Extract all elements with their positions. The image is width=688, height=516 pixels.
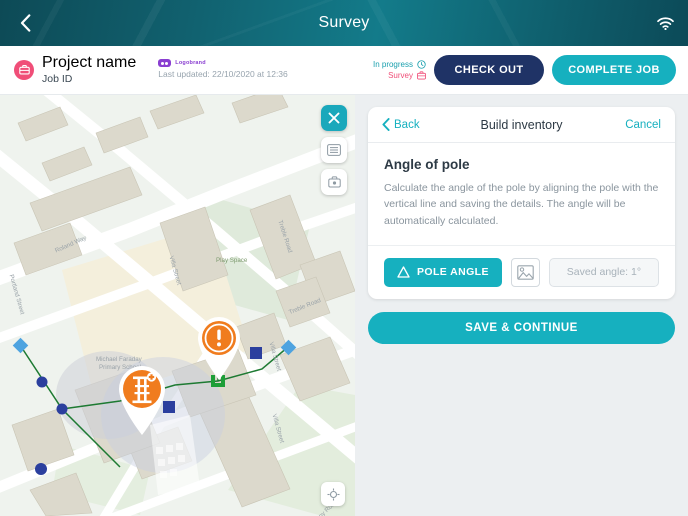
section-title: Angle of pole: [384, 157, 470, 172]
close-map-button[interactable]: [321, 105, 347, 131]
top-navigation-bar: Survey: [0, 0, 688, 46]
photo-capture-button[interactable]: [510, 257, 540, 287]
pole-angle-button[interactable]: POLE ANGLE: [384, 257, 502, 287]
card-header: Back Build inventory Cancel: [368, 107, 675, 143]
wifi-status-icon-button[interactable]: [657, 0, 674, 46]
panel-cancel-button[interactable]: Cancel: [625, 119, 661, 131]
status-type-row: Survey: [373, 70, 426, 81]
check-out-button[interactable]: CHECK OUT: [434, 55, 544, 85]
page-title: Survey: [318, 14, 370, 31]
card-body: Angle of pole Calculate the angle of the…: [368, 143, 675, 245]
status-progress-label: In progress: [372, 59, 413, 69]
pole-tower-icon: [119, 366, 165, 435]
card-footer-actions: POLE ANGLE Saved angle: 1°: [368, 244, 675, 299]
briefcase-icon: [18, 65, 30, 75]
triangle-angle-icon: [397, 266, 410, 278]
status-progress-row: In progress: [373, 59, 426, 70]
clock-icon: [417, 60, 426, 69]
chevron-left-icon: [20, 14, 31, 32]
section-description: Calculate the angle of the pole by align…: [384, 182, 659, 227]
map-pin-pole[interactable]: [113, 362, 171, 441]
brand-row: Logobrand: [158, 59, 288, 68]
save-and-continue-button[interactable]: SAVE & CONTINUE: [368, 311, 675, 344]
map-assets-button[interactable]: [321, 169, 347, 195]
inventory-panel: Back Build inventory Cancel Angle of pol…: [355, 95, 688, 516]
main-body: Roland Way Portland Street Villa Street …: [0, 95, 688, 516]
map-canvas: [0, 95, 355, 516]
logobrand-mark-icon: [158, 59, 172, 68]
build-inventory-card: Back Build inventory Cancel Angle of pol…: [368, 107, 675, 299]
list-icon: [327, 144, 341, 156]
locate-crosshair-icon: [327, 488, 339, 500]
nav-back-button[interactable]: [10, 0, 41, 46]
map-controls: [321, 105, 347, 195]
map-pin-warning[interactable]: [193, 313, 245, 386]
status-type-label: Survey: [388, 71, 413, 80]
project-briefcase-icon: [14, 60, 34, 80]
job-id: Job ID: [42, 73, 73, 86]
complete-job-button[interactable]: COMPLETE JOB: [552, 55, 676, 85]
last-updated-text: Last updated: 22/10/2020 at 12:36: [158, 69, 288, 80]
wifi-icon: [657, 16, 674, 30]
app-root: Survey Project name Job ID Logobrand Las…: [0, 0, 688, 516]
close-icon: [328, 112, 340, 124]
project-identity: Project name Job ID: [42, 53, 136, 86]
map-view[interactable]: Roland Way Portland Street Villa Street …: [0, 95, 355, 516]
image-placeholder-icon: [517, 265, 534, 280]
brand-and-updated: Logobrand Last updated: 22/10/2020 at 12…: [158, 59, 288, 80]
job-summary-bar: Project name Job ID Logobrand Last updat…: [0, 46, 688, 95]
briefcase-icon: [327, 176, 341, 188]
map-layers-button[interactable]: [321, 137, 347, 163]
brand-name: Logobrand: [175, 59, 206, 66]
map-locate-button[interactable]: [321, 482, 345, 506]
warning-exclamation-icon: [198, 317, 240, 380]
briefcase-icon: [417, 71, 426, 80]
project-name: Project name: [42, 54, 137, 72]
pole-angle-label: POLE ANGLE: [417, 266, 489, 279]
job-status-block: In progress Survey: [373, 59, 434, 81]
saved-angle-field[interactable]: Saved angle: 1°: [548, 257, 659, 287]
